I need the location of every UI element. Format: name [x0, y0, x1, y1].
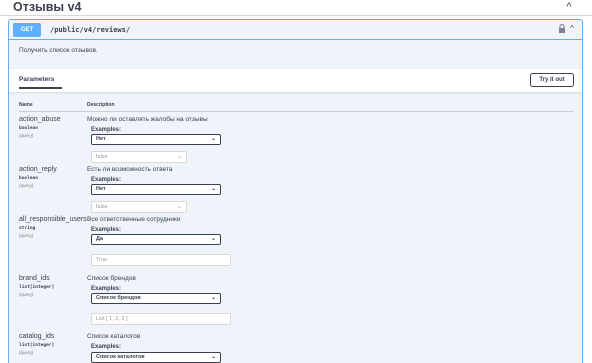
boolean-select-value: false [96, 154, 108, 160]
param-location: (query) [19, 292, 34, 297]
header-divider [19, 111, 574, 112]
section-header[interactable]: Отзывы v4 ^ [0, 0, 592, 16]
column-header-description: Description [87, 102, 115, 108]
param-description: Список каталогов [87, 333, 141, 340]
examples-label: Examples: [91, 227, 122, 233]
chevron-down-icon: ⌄ [210, 354, 216, 360]
param-value-input[interactable]: True [91, 254, 231, 266]
collapse-section-icon[interactable]: ^ [560, 0, 578, 14]
param-type: list[integer] [19, 343, 55, 348]
chevron-down-icon: ⌄ [176, 204, 182, 210]
boolean-select[interactable]: false ⌄ [91, 201, 187, 213]
param-type: string [19, 226, 36, 231]
examples-label: Examples: [91, 127, 122, 133]
boolean-select-value: false [96, 204, 108, 210]
examples-select[interactable]: Да ⌄ [91, 234, 221, 245]
parameters-bar: Parameters Try it out [9, 69, 582, 92]
examples-select[interactable]: Нет ⌄ [91, 184, 221, 195]
examples-select-value: Нет [96, 136, 106, 142]
param-name: action_reply [19, 166, 57, 173]
examples-select-value: Список брендов [96, 295, 141, 301]
param-description: Все ответственные сотрудники [87, 216, 181, 223]
param-description: Можно ли оставлять жалобы на отзывы [87, 116, 208, 123]
lock-icon[interactable] [558, 24, 566, 34]
operation-summary[interactable]: GET /public/v4/reviews/ ^ [9, 20, 582, 40]
operation-block: GET /public/v4/reviews/ ^ Получить списо… [8, 19, 583, 363]
param-name: action_abuse [19, 116, 61, 123]
param-type: list[integer] [19, 285, 55, 290]
examples-label: Examples: [91, 286, 122, 292]
examples-select[interactable]: Нет ⌄ [91, 134, 221, 145]
chevron-down-icon: ⌄ [210, 236, 216, 242]
param-description: Список брендов [87, 275, 136, 282]
chevron-down-icon: ⌄ [176, 154, 182, 160]
param-name: catalog_ids [19, 333, 55, 340]
param-location: (query) [19, 233, 34, 238]
endpoint-path: /public/v4/reviews/ [50, 26, 131, 34]
column-header-name: Name [19, 102, 33, 108]
try-it-out-button[interactable]: Try it out [530, 73, 574, 87]
tab-parameters[interactable]: Parameters [19, 76, 54, 83]
examples-label: Examples: [91, 177, 122, 183]
param-value-placeholder: List [ 1, 2, 3 ] [96, 316, 128, 322]
chevron-down-icon: ⌄ [210, 186, 216, 192]
param-value-input[interactable]: List [ 1, 2, 3 ] [91, 313, 231, 325]
chevron-up-icon[interactable]: ^ [567, 23, 577, 35]
chevron-down-icon: ⌄ [210, 136, 216, 142]
examples-select-value: Да [96, 236, 103, 242]
examples-select-value: Нет [96, 186, 106, 192]
examples-select[interactable]: Список каталогов ⌄ [91, 352, 221, 363]
param-description: Есть ли возможность ответа [87, 166, 173, 173]
examples-label: Examples: [91, 344, 122, 350]
param-name: brand_ids [19, 275, 50, 282]
tab-underline [19, 87, 62, 89]
param-location: (query) [19, 350, 34, 355]
boolean-select[interactable]: false ⌄ [91, 151, 187, 163]
param-type: boolean [19, 176, 38, 181]
param-location: (query) [19, 183, 34, 188]
section-title: Отзывы v4 [13, 0, 82, 14]
examples-select-value: Список каталогов [96, 354, 145, 360]
operation-description: Получить список отзывов. [19, 47, 98, 54]
method-badge: GET [13, 23, 41, 37]
param-type: boolean [19, 126, 38, 131]
param-name: all_responsible_users [19, 216, 87, 223]
param-value-placeholder: True [96, 257, 108, 263]
chevron-down-icon: ⌄ [210, 295, 216, 301]
param-location: (query) [19, 133, 34, 138]
examples-select[interactable]: Список брендов ⌄ [91, 293, 221, 304]
